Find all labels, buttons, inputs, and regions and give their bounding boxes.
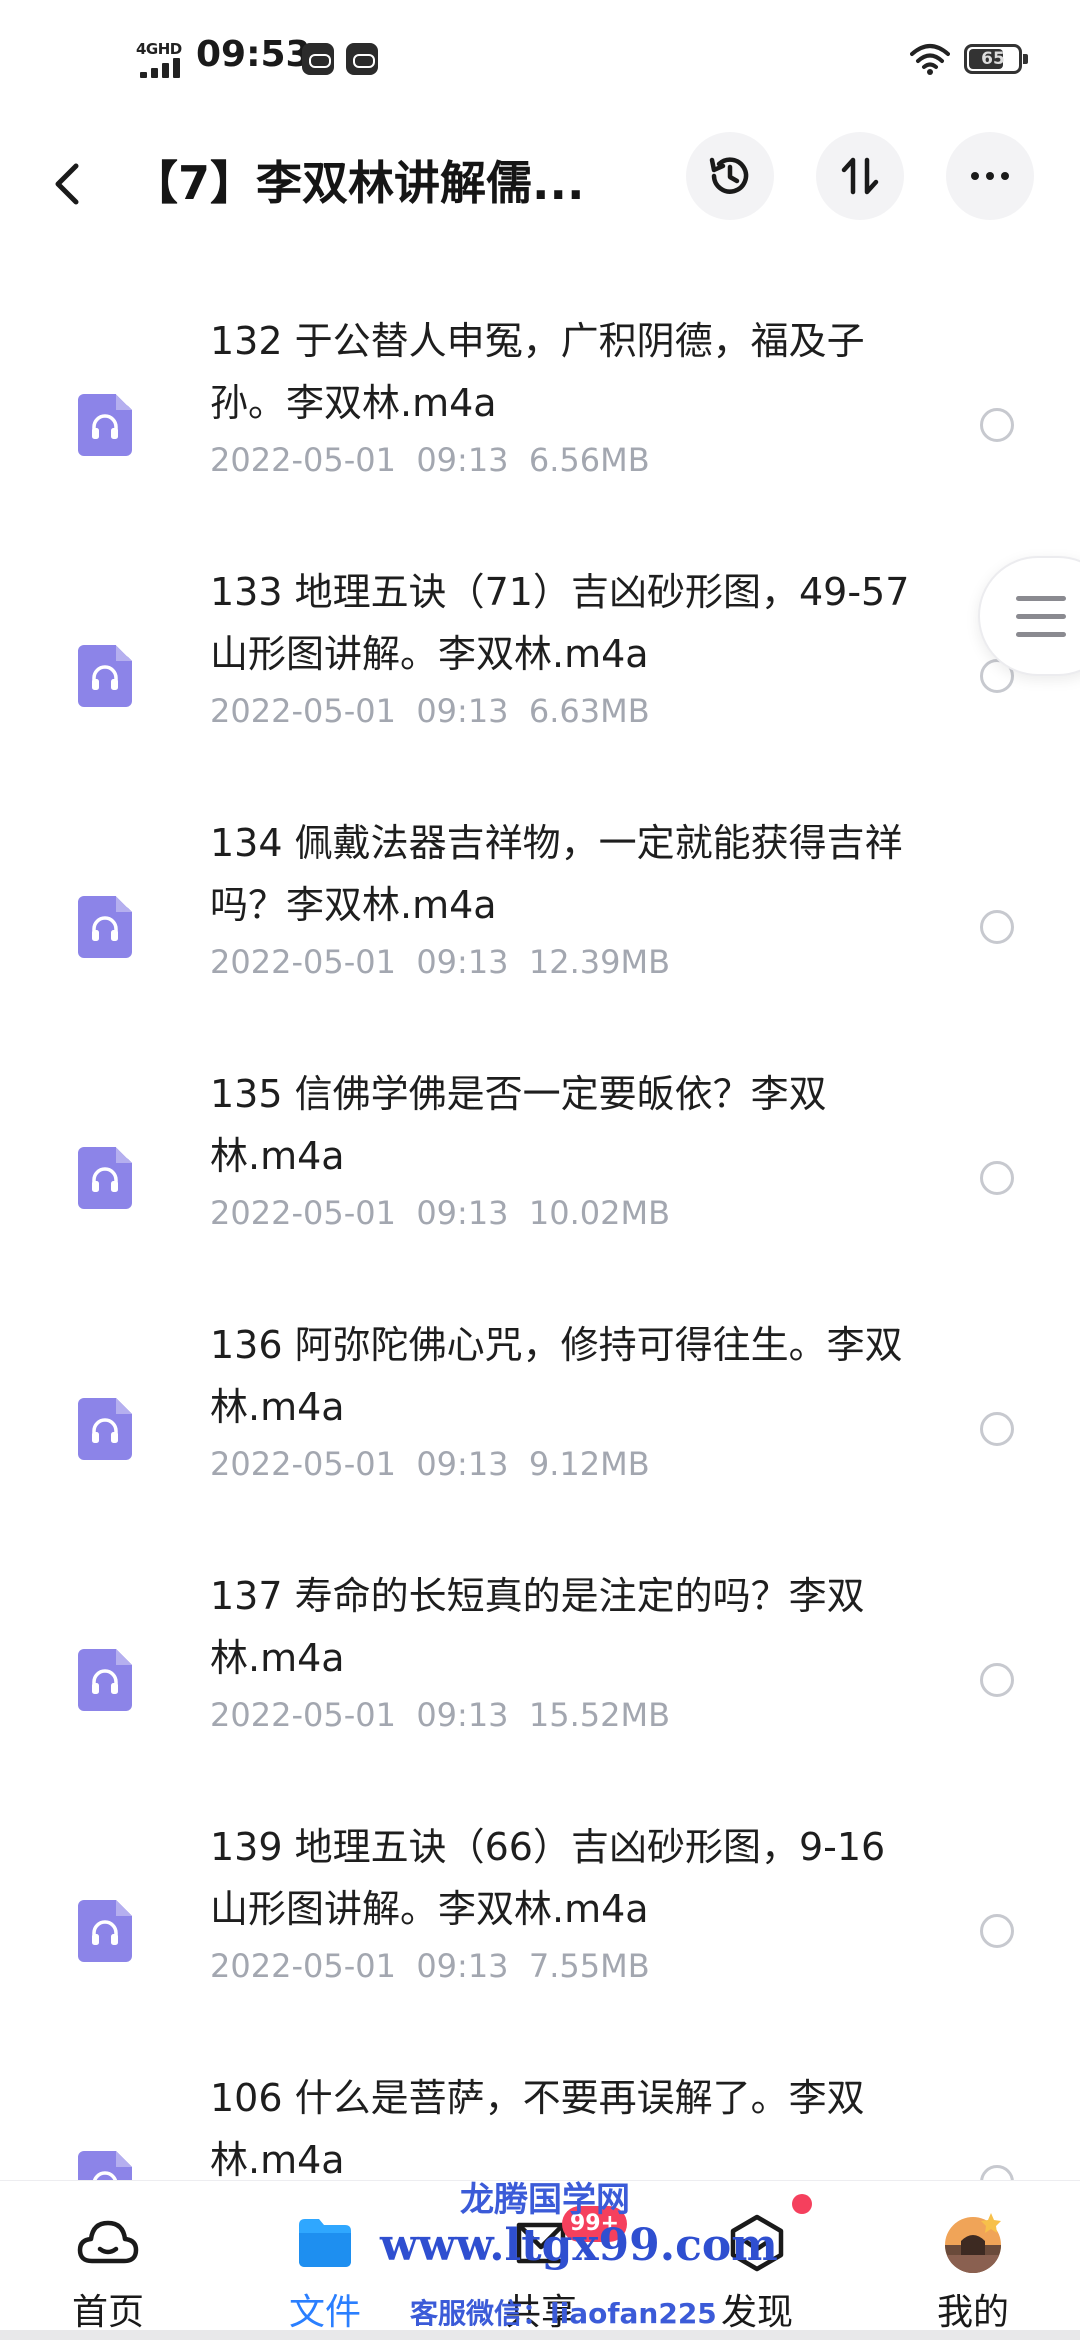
app-notification-icon <box>302 43 334 75</box>
file-time: 09:13 <box>416 943 509 981</box>
file-date: 2022-05-01 <box>210 1194 396 1232</box>
sort-icon <box>841 157 879 195</box>
watermark: 龙腾国学网 www.ltgx99.com 客服微信：liaofan225 <box>370 2172 778 2340</box>
select-checkbox[interactable] <box>980 1161 1014 1195</box>
select-checkbox[interactable] <box>980 910 1014 944</box>
file-time: 09:13 <box>416 692 509 730</box>
file-date: 2022-05-01 <box>210 1445 396 1483</box>
history-icon <box>709 157 749 194</box>
audio-file-icon <box>78 1398 132 1460</box>
file-time: 09:13 <box>416 1947 509 1985</box>
discover-dot-badge <box>792 2194 812 2214</box>
file-size: 12.39MB <box>528 943 671 981</box>
audio-file-icon <box>78 645 132 707</box>
battery-level: 65 <box>981 49 1005 69</box>
wifi-icon <box>910 44 950 75</box>
page-title: 【7】李双林讲解儒... <box>132 156 585 210</box>
screen: 4GHD 09:53 65 【7】李双林讲解儒... 132 于公替人申冤，广积… <box>0 0 1080 2340</box>
file-name: 139 地理五诀（66）吉凶砂形图，9-16山形图讲解。李双林.m4a <box>210 1825 886 1931</box>
tab-mine[interactable]: 我的 <box>898 2181 1048 2340</box>
watermark-site-name: 龙腾国学网 <box>460 2180 630 2220</box>
watermark-contact: 客服微信：liaofan225 <box>410 2297 717 2330</box>
file-meta: 2022-05-01 09:13 12.39MB <box>210 942 670 982</box>
watermark-url: www.ltgx99.com <box>380 2220 778 2271</box>
file-row[interactable]: 132 于公替人申冤，广积阴德，福及子孙。李双林.m4a 2022-05-01 0… <box>0 310 1080 561</box>
status-bar: 4GHD 09:53 65 <box>0 0 1080 110</box>
file-time: 09:13 <box>416 1696 509 1734</box>
home-indicator <box>0 2330 1080 2340</box>
file-row[interactable]: 135 信佛学佛是否一定要皈依？李双林.m4a 2022-05-01 09:13 … <box>0 1063 1080 1314</box>
back-button[interactable] <box>40 148 100 218</box>
tab-label: 我的 <box>936 2292 1009 2333</box>
file-size: 10.02MB <box>528 1194 671 1232</box>
audio-file-icon <box>78 1900 132 1962</box>
select-checkbox[interactable] <box>980 1914 1014 1948</box>
file-name: 132 于公替人申冤，广积阴德，福及子孙。李双林.m4a <box>210 319 865 425</box>
cloud-icon <box>77 2220 139 2264</box>
file-date: 2022-05-01 <box>210 1696 396 1734</box>
file-size: 15.52MB <box>528 1696 671 1734</box>
audio-file-icon <box>78 896 132 958</box>
more-button[interactable] <box>946 132 1034 220</box>
file-row[interactable]: 133 地理五诀（71）吉凶砂形图，49-57山形图讲解。李双林.m4a 2022… <box>0 561 1080 812</box>
select-checkbox[interactable] <box>980 1663 1014 1697</box>
audio-file-icon <box>78 394 132 456</box>
sort-button[interactable] <box>816 132 904 220</box>
file-meta: 2022-05-01 09:13 10.02MB <box>210 1193 670 1233</box>
file-name: 136 阿弥陀佛心咒，修持可得往生。李双林.m4a <box>210 1323 903 1429</box>
file-date: 2022-05-01 <box>210 943 396 981</box>
file-meta: 2022-05-01 09:13 7.55MB <box>210 1946 650 1986</box>
app-notification-icon <box>346 43 378 75</box>
file-time: 09:13 <box>416 1194 509 1232</box>
file-size: 6.56MB <box>528 441 650 479</box>
network-type: 4GHD <box>136 40 182 58</box>
file-meta: 2022-05-01 09:13 15.52MB <box>210 1695 670 1735</box>
tab-home[interactable]: 首页 <box>33 2181 183 2340</box>
cellular-signal-icon: 4GHD <box>134 40 186 78</box>
file-time: 09:13 <box>416 441 509 479</box>
file-size: 7.55MB <box>528 1947 650 1985</box>
select-checkbox[interactable] <box>980 1412 1014 1446</box>
file-date: 2022-05-01 <box>210 692 396 730</box>
audio-file-icon <box>78 1147 132 1209</box>
file-name: 133 地理五诀（71）吉凶砂形图，49-57山形图讲解。李双林.m4a <box>210 570 910 676</box>
tab-label: 首页 <box>71 2292 144 2333</box>
file-time: 09:13 <box>416 1445 509 1483</box>
file-row[interactable]: 136 阿弥陀佛心咒，修持可得往生。李双林.m4a 2022-05-01 09:1… <box>0 1314 1080 1565</box>
file-meta: 2022-05-01 09:13 6.56MB <box>210 440 650 480</box>
file-date: 2022-05-01 <box>210 1947 396 1985</box>
file-size: 6.63MB <box>528 692 650 730</box>
header: 【7】李双林讲解儒... <box>0 130 1080 240</box>
file-meta: 2022-05-01 09:13 6.63MB <box>210 691 650 731</box>
select-checkbox[interactable] <box>980 408 1014 442</box>
more-icon <box>971 172 1009 180</box>
audio-file-icon <box>78 1649 132 1711</box>
file-name: 134 佩戴法器吉祥物，一定就能获得吉祥吗？李双林.m4a <box>210 821 903 927</box>
avatar-icon <box>945 2213 1001 2273</box>
file-row[interactable]: 139 地理五诀（66）吉凶砂形图，9-16山形图讲解。李双林.m4a 2022-… <box>0 1816 1080 2067</box>
battery-icon: 65 <box>964 44 1028 74</box>
file-date: 2022-05-01 <box>210 441 396 479</box>
file-size: 9.12MB <box>528 1445 650 1483</box>
clock: 09:53 <box>196 34 311 75</box>
chevron-left-icon <box>55 163 79 205</box>
file-row[interactable]: 134 佩戴法器吉祥物，一定就能获得吉祥吗？李双林.m4a 2022-05-01 … <box>0 812 1080 1063</box>
file-name: 135 信佛学佛是否一定要皈依？李双林.m4a <box>210 1072 827 1178</box>
file-meta: 2022-05-01 09:13 9.12MB <box>210 1444 650 1484</box>
history-button[interactable] <box>686 132 774 220</box>
file-name: 137 寿命的长短真的是注定的吗？李双林.m4a <box>210 1574 865 1680</box>
folder-icon <box>299 2219 351 2267</box>
file-row[interactable]: 137 寿命的长短真的是注定的吗？李双林.m4a 2022-05-01 09:13… <box>0 1565 1080 1816</box>
